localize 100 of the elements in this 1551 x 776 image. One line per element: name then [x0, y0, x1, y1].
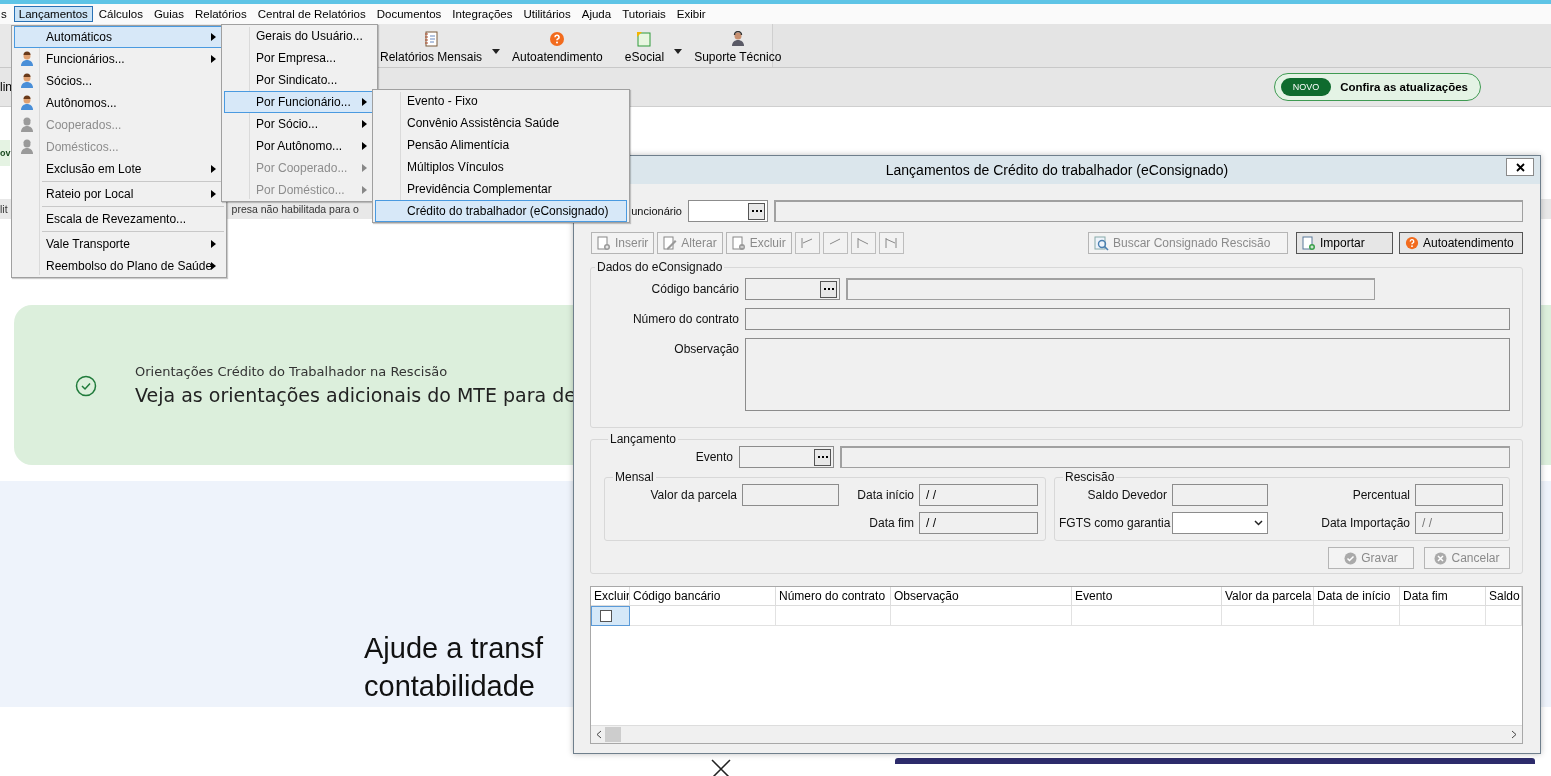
menu-bar-item[interactable]: Guias — [148, 6, 189, 22]
help-icon — [1405, 236, 1419, 250]
toolbar-button[interactable]: Relatórios Mensais — [376, 31, 487, 67]
menu-bar-item[interactable]: Cálculos — [93, 6, 148, 22]
event-name-field[interactable] — [840, 446, 1510, 468]
submenu-arrow-icon — [211, 190, 216, 198]
menu-item[interactable]: Autônomos... — [14, 92, 224, 114]
updates-banner[interactable]: NOVO Confira as atualizações — [1273, 73, 1481, 101]
column-header[interactable]: Data fim — [1400, 587, 1486, 606]
menu-item[interactable]: Crédito do trabalhador (eConsignado) — [375, 200, 627, 222]
menu-item[interactable]: Rateio por Local — [14, 183, 224, 205]
add-document-icon — [1302, 235, 1316, 251]
field-label: Evento — [694, 450, 733, 464]
submenu-arrow-icon — [211, 33, 216, 41]
submenu-arrow-icon — [362, 98, 367, 106]
menu-item[interactable]: Por Funcionário... — [224, 91, 375, 113]
balance-field[interactable] — [1172, 484, 1268, 506]
check-circle-icon — [75, 375, 97, 397]
menu-item[interactable]: Vale Transporte — [14, 233, 224, 255]
more-icon — [817, 455, 828, 459]
menu-item[interactable]: Por Sindicato... — [224, 69, 375, 91]
column-header[interactable]: Código bancário — [630, 587, 776, 606]
truncated-text: lit — [0, 203, 8, 215]
ellipsis-button[interactable] — [820, 280, 837, 298]
notebook-icon — [423, 31, 439, 47]
menu-bar-item[interactable]: Lançamentos — [13, 6, 93, 22]
menu-item[interactable]: Automáticos — [14, 26, 224, 48]
menu-item[interactable]: Por Autônomo... — [224, 135, 375, 157]
menu-bar-item[interactable]: Utilitários — [518, 6, 576, 22]
person-icon — [19, 73, 35, 89]
caret-icon[interactable] — [674, 49, 683, 54]
start-date-field[interactable]: / / — [919, 484, 1038, 506]
menu-item[interactable]: Evento - Fixo — [375, 90, 627, 112]
group-title: Lançamento — [609, 432, 678, 446]
cancel-circle-icon — [1434, 551, 1448, 565]
import-date-field[interactable]: / / — [1415, 512, 1503, 534]
ellipsis-button[interactable] — [748, 202, 765, 220]
menu-item[interactable]: Convênio Assistência Saúde — [375, 112, 627, 134]
menu-bar-item[interactable]: Central de Relatórios — [252, 6, 371, 22]
person-icon — [19, 51, 35, 67]
menu-bar-item[interactable]: Tutoriais — [617, 6, 671, 22]
next-record-icon — [857, 238, 870, 248]
ellipsis-button[interactable] — [814, 448, 831, 466]
menu-bar-item[interactable]: Ajuda — [576, 6, 617, 22]
scroll-left-icon — [596, 730, 602, 739]
last-record-icon — [885, 238, 898, 248]
menu-bar-item[interactable]: Relatórios — [189, 6, 252, 22]
menu-bar-item[interactable]: s — [0, 6, 12, 22]
action-button[interactable]: Importar — [1296, 232, 1393, 254]
bank-name-field[interactable] — [846, 278, 1375, 300]
column-header[interactable]: Valor da parcela — [1222, 587, 1314, 606]
menu-item[interactable]: Por Empresa... — [224, 47, 375, 69]
delete-document-icon — [731, 235, 746, 251]
table-cell[interactable] — [591, 606, 630, 626]
menu-bar-item[interactable]: Exibir — [671, 6, 711, 22]
horizontal-scrollbar[interactable] — [591, 725, 1522, 743]
end-date-field[interactable]: / / — [919, 512, 1038, 534]
note-field[interactable] — [745, 338, 1510, 411]
menu-item[interactable]: Sócios... — [14, 70, 224, 92]
menu-item[interactable]: Pensão Alimentícia — [375, 134, 627, 156]
more-icon — [751, 209, 762, 213]
column-header[interactable]: Data de início — [1314, 587, 1400, 606]
checkbox[interactable] — [600, 610, 612, 622]
installment-field[interactable] — [742, 484, 839, 506]
column-header[interactable]: Evento — [1072, 587, 1222, 606]
search-icon — [1094, 235, 1109, 251]
column-header[interactable]: Saldo — [1486, 587, 1522, 606]
toolbar-button[interactable]: eSocial — [620, 31, 669, 67]
column-header[interactable]: Número do contrato — [776, 587, 891, 606]
more-icon — [823, 287, 834, 291]
updates-link[interactable]: Confira as atualizações — [1340, 81, 1468, 93]
menu-bar-item[interactable]: Documentos — [371, 6, 447, 22]
menu-item[interactable]: Gerais do Usuário... — [224, 25, 375, 47]
employee-code-field[interactable] — [688, 200, 768, 222]
submenu-arrow-icon — [362, 120, 367, 128]
employee-name-field[interactable] — [774, 200, 1523, 222]
menu-item[interactable]: Previdência Complementar — [375, 178, 627, 200]
menu-item[interactable]: Reembolso do Plano de Saúde — [14, 255, 224, 277]
menu-item[interactable]: Escala de Revezamento... — [14, 208, 224, 230]
toolbar-button[interactable]: Suporte Técnico — [690, 31, 786, 67]
menu-item[interactable]: Exclusão em Lote — [14, 158, 224, 180]
fgts-select[interactable] — [1172, 512, 1268, 534]
caret-icon[interactable] — [492, 49, 501, 54]
menu-item[interactable]: Funcionários... — [14, 48, 224, 70]
menu-item[interactable]: Múltiplos Vínculos — [375, 156, 627, 178]
first-record-icon — [801, 238, 814, 248]
submenu-arrow-icon — [362, 164, 367, 172]
contract-number-field[interactable] — [745, 308, 1510, 330]
action-button[interactable]: Autoatendimento — [1399, 232, 1523, 254]
menu-item[interactable]: Por Sócio... — [224, 113, 375, 135]
close-button[interactable] — [1506, 158, 1534, 176]
field-label: Saldo Devedor — [1086, 488, 1167, 502]
toolbar-button[interactable]: Autoatendimento — [508, 31, 607, 67]
percent-field[interactable] — [1415, 484, 1503, 506]
event-code-field[interactable] — [739, 446, 834, 468]
bank-code-field[interactable] — [745, 278, 840, 300]
scroll-thumb[interactable] — [605, 727, 621, 742]
menu-bar-item[interactable]: Integrações — [447, 6, 518, 22]
close-icon[interactable] — [711, 759, 731, 776]
column-header[interactable]: Observação — [891, 587, 1072, 606]
